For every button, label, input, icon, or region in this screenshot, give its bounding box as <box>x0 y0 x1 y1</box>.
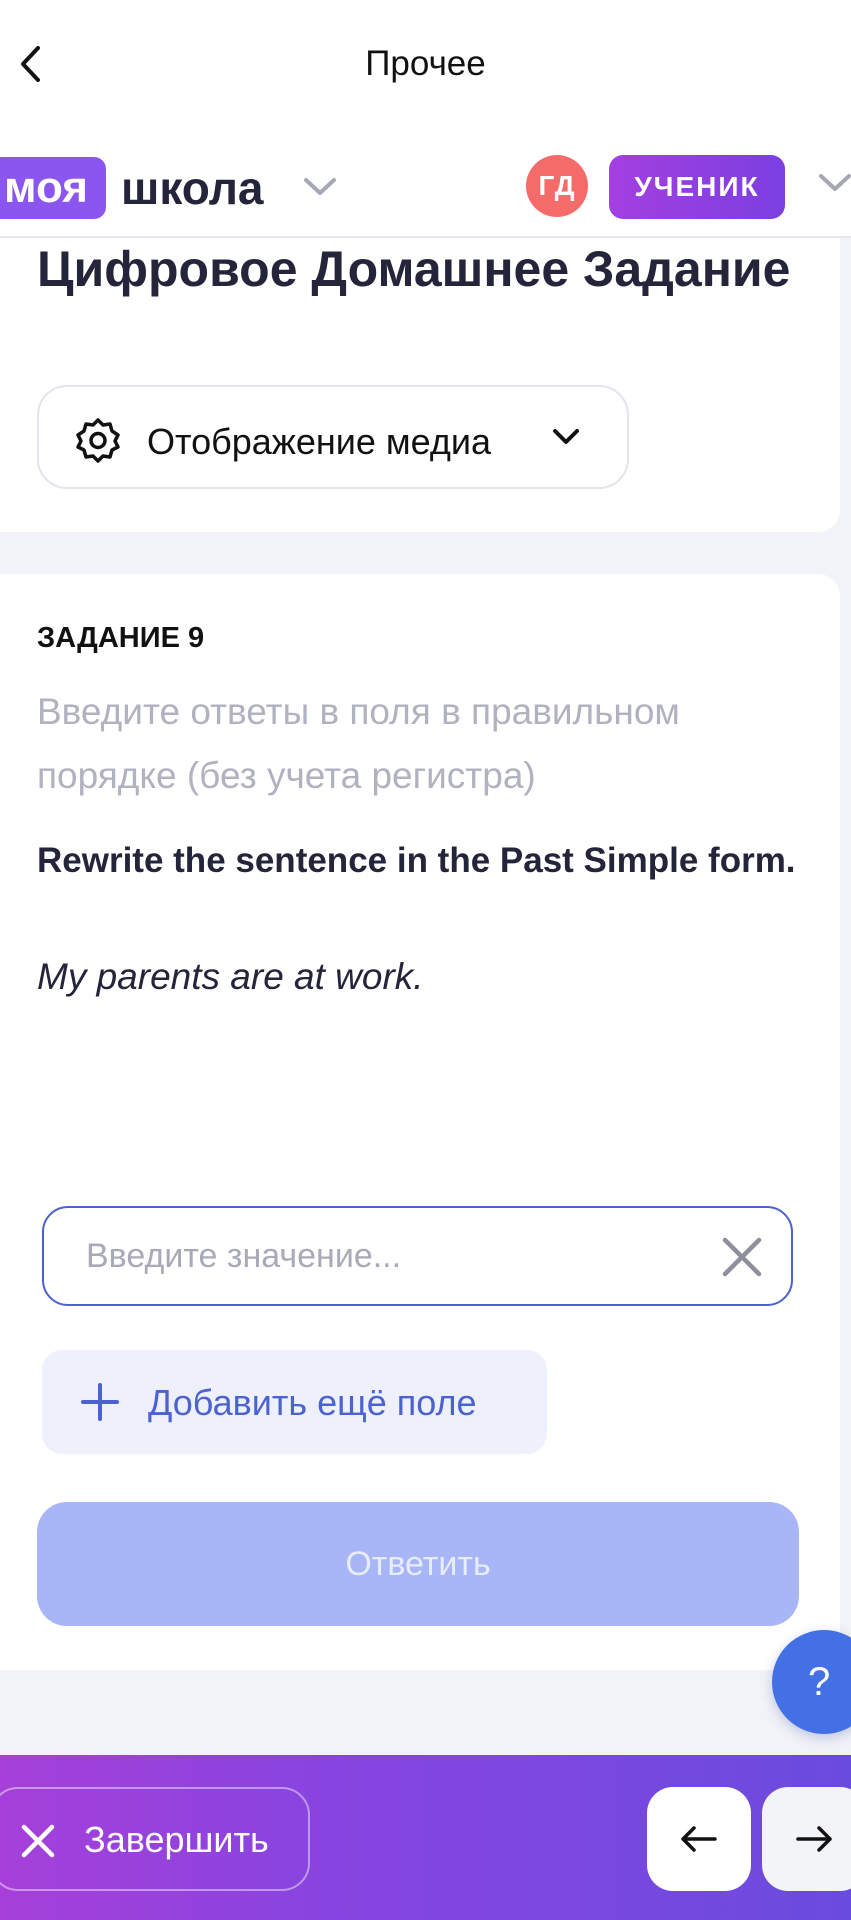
chevron-down-icon <box>553 429 579 444</box>
role-badge[interactable]: УЧЕНИК <box>609 155 785 219</box>
task-hint: Введите ответы в поля в правильном поряд… <box>37 691 680 796</box>
next-task-button[interactable] <box>762 1787 851 1891</box>
bottom-bar: Завершить <box>0 1755 851 1920</box>
task-example: My parents are at work. <box>37 956 424 997</box>
top-header: Прочее <box>0 0 851 125</box>
media-select-label: Отображение медиа <box>147 421 492 462</box>
previous-task-button[interactable] <box>647 1787 751 1891</box>
finish-button[interactable]: Завершить <box>0 1787 310 1891</box>
chevron-down-icon[interactable] <box>303 177 337 197</box>
task-card: ЗАДАНИЕ 9 Введите ответы в поля в правил… <box>0 574 840 1670</box>
avatar[interactable]: ГД <box>526 155 588 217</box>
logo-shkola[interactable]: школа <box>121 157 264 219</box>
page-title: Цифровое Домашнее Задание <box>37 241 791 297</box>
finish-label: Завершить <box>84 1819 269 1860</box>
plus-icon <box>81 1383 119 1421</box>
brand-bar: моя школа ГД УЧЕНИК <box>0 125 851 238</box>
arrow-right-icon <box>796 1826 832 1852</box>
task-number: ЗАДАНИЕ 9 <box>37 622 205 654</box>
logo-moya[interactable]: моя <box>0 157 106 219</box>
close-icon[interactable] <box>719 1234 765 1280</box>
submit-answer-button[interactable]: Ответить <box>37 1502 799 1626</box>
close-icon <box>21 1824 55 1858</box>
gear-icon <box>76 418 120 463</box>
page-header-title: Прочее <box>365 44 486 83</box>
task-question: Rewrite the sentence in the Past Simple … <box>37 841 796 880</box>
homework-card: Цифровое Домашнее Задание Отображение ме… <box>0 238 840 532</box>
answer-field[interactable] <box>42 1206 793 1306</box>
add-field-label: Добавить ещё поле <box>148 1382 477 1423</box>
arrow-left-icon <box>681 1826 717 1852</box>
chevron-down-icon[interactable] <box>818 173 851 193</box>
add-field-button[interactable]: Добавить ещё поле <box>42 1350 547 1454</box>
media-display-select[interactable]: Отображение медиа <box>37 385 629 489</box>
answer-input[interactable] <box>86 1234 686 1278</box>
